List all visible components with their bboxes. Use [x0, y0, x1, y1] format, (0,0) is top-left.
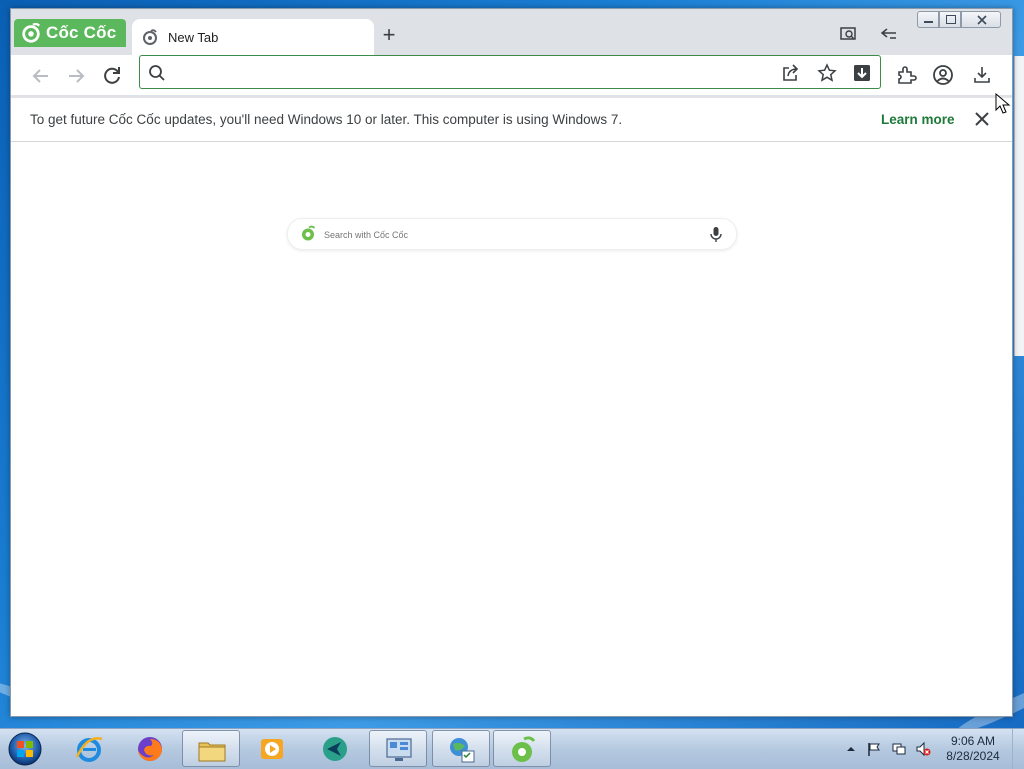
firefox-icon — [138, 737, 162, 761]
taskbar: 9:06 AM 8/28/2024 — [0, 728, 1024, 769]
minimize-button[interactable] — [917, 11, 939, 28]
show-desktop-button[interactable] — [1012, 729, 1024, 769]
tab-strip: Cốc Cốc New Tab + — [11, 9, 1012, 55]
coccoc-search-logo-icon — [302, 225, 316, 241]
taskbar-internet-explorer[interactable] — [60, 730, 118, 767]
file-explorer-icon — [198, 742, 226, 762]
show-hidden-icons-icon[interactable] — [843, 741, 859, 757]
taskbar-firefox[interactable] — [121, 730, 179, 767]
media-player-icon — [261, 739, 283, 759]
clock-date: 8/28/2024 — [946, 749, 1000, 763]
new-tab-button[interactable]: + — [377, 23, 401, 47]
ntp-search-box[interactable] — [287, 218, 737, 250]
action-center-flag-icon[interactable] — [866, 741, 882, 757]
taskbar-coccoc[interactable] — [493, 730, 551, 767]
clock-time: 9:06 AM — [950, 734, 996, 748]
bookmark-star-icon[interactable] — [817, 63, 837, 83]
taskbar-app[interactable] — [306, 730, 364, 767]
search-tabs-icon[interactable] — [839, 25, 859, 43]
system-clock[interactable]: 9:06 AM 8/28/2024 — [942, 734, 1004, 764]
downloads-icon[interactable] — [971, 64, 993, 86]
brand-name: Cốc Cốc — [46, 23, 117, 42]
share-icon[interactable] — [781, 63, 801, 83]
tab-title: New Tab — [168, 29, 219, 45]
mouse-cursor-icon — [995, 93, 1011, 114]
tab-new-tab[interactable]: New Tab — [132, 19, 374, 55]
taskbar-network[interactable] — [432, 730, 490, 767]
background-window-edge — [1014, 56, 1024, 356]
address-input[interactable] — [172, 60, 776, 86]
reload-icon[interactable] — [100, 64, 124, 88]
infobar-close-icon[interactable] — [973, 110, 991, 128]
microphone-icon[interactable] — [708, 225, 724, 243]
ntp-search-input[interactable] — [322, 225, 686, 245]
start-button-icon[interactable] — [6, 731, 44, 767]
internet-explorer-icon — [75, 737, 103, 762]
network-tray-icon[interactable] — [891, 741, 907, 757]
close-icon — [977, 15, 987, 25]
close-window-button[interactable] — [961, 11, 1001, 28]
maximize-button[interactable] — [939, 11, 961, 28]
extensions-icon[interactable] — [895, 64, 917, 86]
coccoc-icon — [512, 736, 536, 762]
coccoc-tab-icon — [143, 29, 157, 45]
learn-more-link[interactable]: Learn more — [881, 112, 955, 127]
taskbar-file-explorer[interactable] — [182, 730, 240, 767]
address-bar[interactable] — [139, 55, 881, 89]
sidebar-toggle-icon[interactable] — [879, 25, 899, 43]
search-icon — [149, 65, 165, 81]
coccoc-logo-icon — [22, 22, 41, 43]
profile-icon[interactable] — [932, 64, 954, 86]
app-icon — [323, 737, 347, 761]
restore-icon — [946, 15, 956, 24]
infobar-message: To get future Cốc Cốc updates, you'll ne… — [30, 112, 623, 127]
coccoc-menu-button[interactable]: Cốc Cốc — [14, 19, 126, 47]
toolbar — [11, 55, 1012, 95]
browser-window: Cốc Cốc New Tab + To get future Cốc Cốc … — [10, 8, 1013, 717]
taskbar-control-panel[interactable] — [369, 730, 427, 767]
download-video-icon[interactable] — [852, 63, 872, 83]
minimize-icon — [924, 21, 933, 23]
network-icon — [450, 738, 475, 763]
windows-update-infobar: To get future Cốc Cốc updates, you'll ne… — [11, 97, 1012, 142]
forward-icon[interactable] — [64, 64, 88, 88]
taskbar-media-player[interactable] — [243, 730, 301, 767]
back-icon[interactable] — [29, 64, 53, 88]
new-tab-page — [11, 142, 1012, 716]
volume-muted-icon[interactable] — [915, 741, 931, 757]
control-panel-icon — [386, 738, 412, 761]
